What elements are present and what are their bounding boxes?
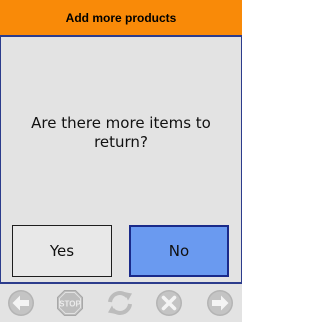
back-button[interactable] [7,289,35,317]
stop-label: STOP [59,299,81,308]
question-text: Are there more items to return? [31,114,211,151]
stop-button[interactable]: STOP [56,289,84,317]
no-button[interactable]: No [129,225,229,277]
yes-button[interactable]: Yes [12,225,112,277]
page-title: Add more products [65,10,177,25]
forward-button[interactable] [206,289,234,317]
bottom-toolbar: STOP [0,282,242,322]
cancel-button[interactable] [155,289,183,317]
arrow-right-icon [207,290,233,316]
refresh-icon [108,291,132,315]
close-circle-icon [156,290,182,316]
arrow-left-icon [8,290,34,316]
app-window: Add more products Are there more items t… [0,0,242,322]
stop-sign-icon: STOP [57,290,83,316]
refresh-button[interactable] [106,289,134,317]
title-bar: Add more products [0,0,242,37]
dialog-area: Are there more items to return? Yes No [0,37,242,284]
